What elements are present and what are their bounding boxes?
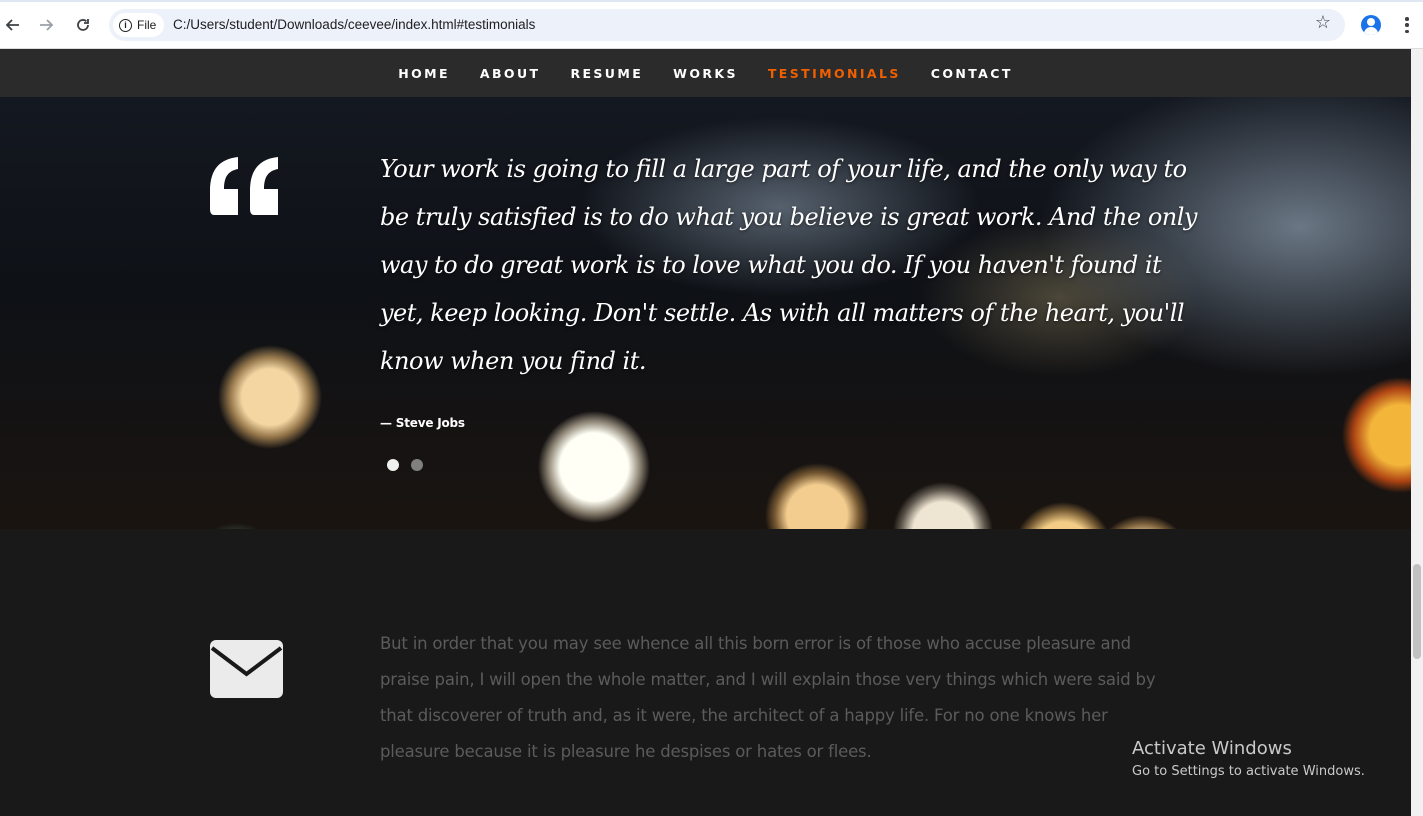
slider-dot-2[interactable] [411, 459, 423, 471]
testimonial-author: — Steve Jobs [380, 416, 465, 430]
url-text[interactable]: C:/Users/student/Downloads/ceevee/index.… [173, 17, 535, 32]
nav-contact[interactable]: CONTACT [931, 66, 1013, 81]
slider-pagination [387, 459, 423, 471]
site-info-chip[interactable]: i File [113, 13, 165, 37]
address-bar[interactable]: i File C:/Users/student/Downloads/ceevee… [109, 9, 1345, 41]
site-nav: HOME ABOUT RESUME WORKS TESTIMONIALS CON… [0, 49, 1411, 97]
reload-button[interactable] [71, 13, 95, 37]
browser-toolbar: i File C:/Users/student/Downloads/ceevee… [0, 0, 1423, 49]
envelope-icon [210, 640, 283, 698]
site-info-label: File [137, 18, 157, 32]
reload-icon [77, 19, 89, 31]
arrow-left-icon [5, 19, 19, 31]
nav-about[interactable]: ABOUT [480, 66, 541, 81]
quote-icon [210, 157, 278, 215]
scrollbar-thumb[interactable] [1413, 564, 1421, 659]
testimonial-quote: Your work is going to fill a large part … [380, 155, 1197, 375]
nav-home[interactable]: HOME [398, 66, 450, 81]
info-icon: i [119, 18, 132, 32]
slider-dot-1[interactable] [387, 459, 399, 471]
activate-windows-watermark: Activate Windows Go to Settings to activ… [1132, 737, 1365, 782]
profile-button[interactable] [1361, 15, 1381, 35]
browser-menu-button[interactable] [1400, 15, 1414, 35]
star-icon[interactable]: ☆ [1315, 14, 1331, 32]
contact-intro-text: But in order that you may see whence all… [380, 634, 1156, 761]
watermark-title: Activate Windows [1132, 738, 1292, 759]
forward-button[interactable] [35, 13, 59, 37]
page-scrollbar[interactable] [1411, 49, 1423, 816]
testimonials-section: Your work is going to fill a large part … [0, 97, 1411, 529]
arrow-right-icon [40, 19, 54, 31]
nav-works[interactable]: WORKS [673, 66, 738, 81]
tab-strip-edge [0, 0, 1423, 2]
back-button[interactable] [0, 13, 24, 37]
nav-testimonials[interactable]: TESTIMONIALS [768, 66, 901, 81]
nav-resume[interactable]: RESUME [570, 66, 643, 81]
watermark-subtitle: Go to Settings to activate Windows. [1132, 764, 1365, 779]
